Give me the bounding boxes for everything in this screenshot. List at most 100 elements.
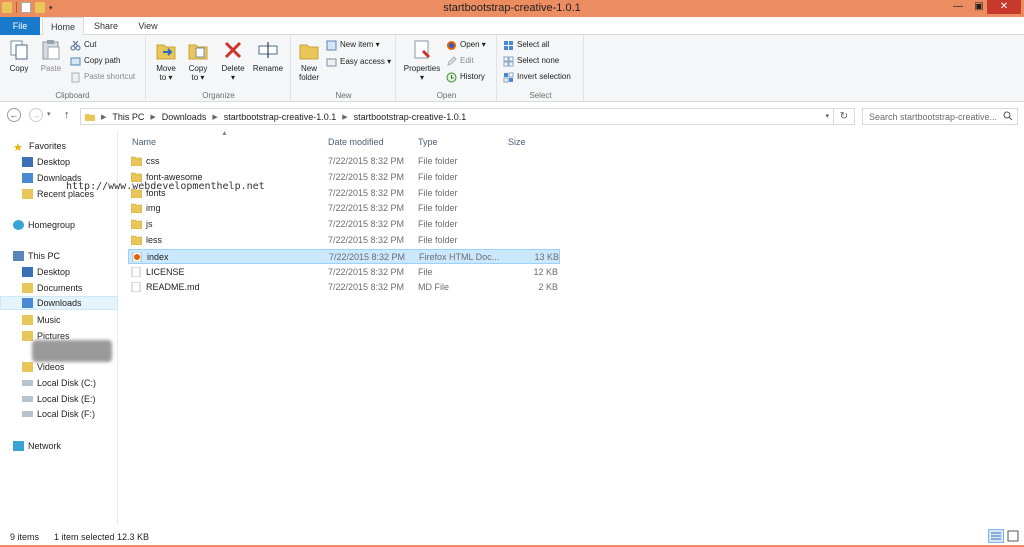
crumb-folder-1[interactable]: startbootstrap-creative-1.0.1 [224,112,337,122]
large-icons-view-button[interactable] [1006,529,1020,543]
column-name[interactable]: Name [132,137,156,147]
table-row[interactable]: css 7/22/2015 8:32 PM File folder [128,154,560,169]
paste-shortcut-label: Paste shortcut [84,72,136,81]
chevron-down-icon[interactable]: ▾ [825,112,829,120]
sidebar-item-network[interactable]: Network [13,439,131,453]
sidebar-item-label: Favorites [29,141,67,151]
search-input[interactable] [863,109,1003,124]
forward-button[interactable]: → [29,108,43,122]
star-icon: ★ [13,142,23,154]
tab-view[interactable]: View [128,17,168,35]
open-button[interactable]: Open ▾ [446,39,486,51]
easy-access-button[interactable]: Easy access ▾ [326,56,391,68]
crumb-folder-2[interactable]: startbootstrap-creative-1.0.1 [354,112,467,122]
chevron-right-icon: ▶ [342,114,348,121]
file-name-cell: font-awesome [131,172,203,182]
history-button[interactable]: History [446,71,485,83]
properties-label-2: ▾ [419,73,424,82]
paste-shortcut-icon [71,72,80,82]
select-all-button[interactable]: Select all [503,39,549,51]
invert-selection-button[interactable]: Invert selection [503,71,571,83]
ribbon: Copy Paste Cut Copy path Paste shortcut … [0,35,1024,102]
file-date: 7/22/2015 8:32 PM [329,251,406,262]
copy-path-button[interactable]: Copy path [70,55,120,67]
table-row[interactable]: font-awesome 7/22/2015 8:32 PM File folder [128,170,560,185]
properties-label: Properties [403,64,441,73]
sidebar-item-this-pc[interactable]: This PC [13,249,131,263]
file-name-cell: fonts [131,188,166,198]
search-box[interactable] [862,108,1018,125]
table-row[interactable]: LICENSE 7/22/2015 8:32 PM File 12 KB [128,265,560,280]
file-name: README.md [146,282,200,293]
file-size: 12 KB [533,266,558,277]
properties-icon [414,40,431,59]
table-row[interactable]: less 7/22/2015 8:32 PM File folder [128,233,560,248]
rename-button[interactable]: Rename [250,39,286,73]
select-none-button[interactable]: Select none [503,55,559,67]
sidebar-item-label: Desktop [37,157,71,167]
tab-share[interactable]: Share [86,17,126,35]
details-view-button[interactable] [988,529,1004,543]
up-button[interactable]: ↑ [64,109,70,121]
music-icon [22,315,33,325]
selection-size: 12.3 KB [117,532,150,542]
file-date: 7/22/2015 8:32 PM [328,266,405,277]
redacted-item [32,340,112,362]
sort-ascending-icon: ▲ [221,130,228,137]
edit-button[interactable]: Edit [446,55,474,67]
copy-to-button[interactable]: Copy to ▾ [183,39,213,82]
back-button[interactable]: ← [7,108,21,122]
paste-shortcut-button[interactable]: Paste shortcut [70,71,135,83]
pictures-icon [22,331,33,341]
new-group: New folder New item ▾ Easy access ▾ New [292,35,396,102]
file-type: Firefox HTML Doc... [419,251,500,262]
tab-home[interactable]: Home [42,17,84,36]
delete-label: Delete [221,64,245,73]
delete-label-2: ▾ [230,73,235,82]
delete-button[interactable]: Delete ▾ [218,39,248,82]
recent-locations-icon[interactable]: ▾ [47,110,51,118]
table-row[interactable]: index 7/22/2015 8:32 PM Firefox HTML Doc..… [128,248,560,264]
copy-icon [10,40,28,60]
refresh-button[interactable]: ↻ [834,108,855,125]
file-type: File folder [418,156,458,166]
sidebar-item-favorites[interactable]: ★ Favorites [13,139,131,154]
sidebar-item-homegroup[interactable]: Homegroup [13,218,131,232]
new-folder-label: New [300,64,317,73]
new-item-label: New item ▾ [340,40,380,49]
file-icon [131,282,141,293]
copy-button[interactable]: Copy [4,39,34,73]
file-list: ▲ Name Date modified Type Size css 7/22/2… [119,130,1024,525]
paste-button[interactable]: Paste [36,39,66,73]
column-date-modified[interactable]: Date modified [328,137,384,147]
file-date: 7/22/2015 8:32 PM [328,282,405,293]
column-size[interactable]: Size [508,137,526,147]
tab-file[interactable]: File [0,17,40,35]
desktop-icon [22,267,33,277]
new-folder-button[interactable]: New folder [294,39,324,82]
file-name-cell: README.md [131,282,200,293]
folder-icon [131,235,142,245]
properties-button[interactable]: Properties ▾ [400,39,444,82]
organize-group-label: Organize [202,91,235,100]
table-row[interactable]: README.md 7/22/2015 8:32 PM MD File 2 KB [128,280,560,295]
drive-icon [22,396,33,402]
new-item-button[interactable]: New item ▾ [326,39,380,51]
table-row[interactable]: fonts 7/22/2015 8:32 PM File folder [128,186,560,201]
address-bar[interactable]: ▶ This PC ▶ Downloads ▶ startbootstrap-c… [80,108,834,125]
cut-button[interactable]: Cut [70,39,96,51]
close-button[interactable]: ✕ [987,0,1021,14]
file-date: 7/22/2015 8:32 PM [328,219,405,230]
sidebar-item-pc-downloads[interactable]: Downloads [0,296,118,310]
file-name-cell: img [131,203,161,214]
table-row[interactable]: js 7/22/2015 8:32 PM File folder [128,217,560,232]
column-type[interactable]: Type [418,137,438,147]
crumb-this-pc[interactable]: This PC [112,112,144,122]
table-row[interactable]: img 7/22/2015 8:32 PM File folder [128,201,560,216]
search-icon[interactable] [1003,111,1013,121]
file-type: File folder [418,171,458,182]
file-icon [131,266,141,277]
move-to-button[interactable]: Move to ▾ [151,39,181,82]
file-date: 7/22/2015 8:32 PM [328,156,405,166]
crumb-downloads[interactable]: Downloads [162,112,207,122]
